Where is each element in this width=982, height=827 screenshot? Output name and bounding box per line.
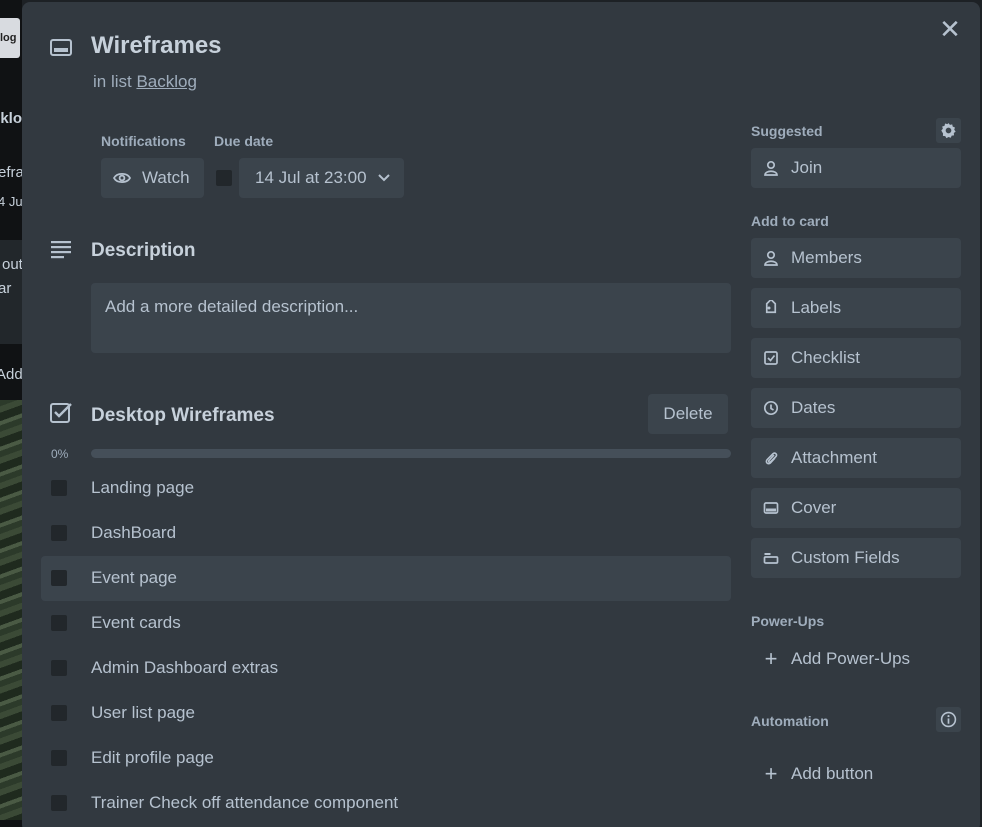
person-icon (763, 250, 779, 266)
checklist-item-label: Event cards (91, 613, 181, 632)
checklist-progress-percent: 0% (51, 447, 69, 461)
members-label: Members (791, 248, 862, 267)
checklist-label: Checklist (791, 348, 860, 367)
suggested-label: Suggested (751, 123, 823, 139)
checklist-item-checkbox[interactable] (51, 705, 67, 721)
join-button[interactable]: Join (751, 148, 961, 188)
board-backdrop: log cklog efra 4 Ju out ar Add (0, 0, 22, 827)
due-date-value: 14 Jul at 23:00 (255, 168, 367, 187)
checklist-item[interactable]: Edit profile page (41, 736, 731, 781)
checklist-item[interactable]: Landing page (41, 466, 731, 511)
add-to-card-label: Add to card (751, 213, 829, 229)
cover-icon (763, 500, 779, 516)
suggested-settings-button[interactable] (936, 118, 961, 143)
custom-fields-label: Custom Fields (791, 548, 900, 567)
paperclip-icon (763, 450, 779, 466)
backdrop-card-title: efra (0, 164, 22, 181)
checklist-item-checkbox[interactable] (51, 525, 67, 541)
backdrop-card-date: 4 Ju (0, 194, 22, 209)
checklist-item[interactable]: User list page (41, 691, 731, 736)
checklist-item-checkbox[interactable] (51, 750, 67, 766)
members-button[interactable]: Members (751, 238, 961, 278)
description-title: Description (91, 240, 196, 261)
description-icon (51, 241, 71, 259)
watch-label: Watch (142, 168, 190, 187)
custom-fields-icon (763, 550, 779, 566)
list-link[interactable]: Backlog (136, 72, 196, 91)
add-power-ups-label: Add Power-Ups (791, 649, 911, 668)
checklist-icon (763, 350, 779, 366)
attachment-button[interactable]: Attachment (751, 438, 961, 478)
checklist-item-label: Edit profile page (91, 748, 214, 767)
automation-label: Automation (751, 713, 829, 729)
card-detail-modal: ✕ Wireframes in list Backlog Notificatio… (22, 2, 980, 827)
card-icon (50, 39, 72, 56)
cover-button[interactable]: Cover (751, 488, 961, 528)
checklist-item[interactable]: Trainer Check off attendance component (41, 781, 731, 826)
cover-label: Cover (791, 498, 837, 517)
backdrop-add-card: Add (0, 366, 22, 383)
list-prefix: in list (93, 72, 132, 91)
automation-info-button[interactable] (936, 707, 961, 732)
checklist-item-label: User list page (91, 703, 195, 722)
watch-button[interactable]: Watch (101, 158, 204, 198)
checklist-item-label: Event page (91, 568, 178, 587)
plus-icon: + (764, 646, 778, 671)
eye-icon (113, 172, 131, 184)
dates-label: Dates (791, 398, 836, 417)
due-date-complete-checkbox[interactable] (216, 170, 232, 186)
checklist-item-label: Trainer Check off attendance component (91, 793, 399, 812)
list-reference: in list Backlog (93, 72, 197, 92)
checklist-button[interactable]: Checklist (751, 338, 961, 378)
backdrop-image (0, 400, 22, 820)
card-title[interactable]: Wireframes (91, 32, 222, 60)
notifications-label: Notifications (101, 133, 186, 149)
gear-icon (941, 123, 956, 139)
checklist-item[interactable]: Admin Dashboard extras (41, 646, 731, 691)
checklist-title[interactable]: Desktop Wireframes (91, 405, 275, 427)
checklist-icon (50, 403, 72, 423)
person-icon (763, 160, 779, 176)
checklist-item[interactable]: DashBoard (41, 511, 731, 556)
checklist-item[interactable]: Event page (41, 556, 731, 601)
plus-icon: + (764, 761, 778, 786)
clock-icon (763, 400, 779, 416)
due-date-button[interactable]: 14 Jul at 23:00 (239, 158, 404, 198)
checklist-item-checkbox[interactable] (51, 615, 67, 631)
chevron-down-icon (377, 174, 390, 182)
delete-checklist-button[interactable]: Delete (648, 394, 728, 434)
dates-button[interactable]: Dates (751, 388, 961, 428)
add-power-ups-button[interactable]: + Add Power-Ups (751, 639, 961, 679)
checklist-item-checkbox[interactable] (51, 660, 67, 676)
checklist-item-checkbox[interactable] (51, 480, 67, 496)
backdrop-card-text-2: ar (0, 280, 12, 297)
due-date-label: Due date (214, 133, 274, 149)
checklist-item-label: Admin Dashboard extras (91, 658, 279, 677)
join-label: Join (791, 158, 823, 177)
checklist-item[interactable]: Event cards (41, 601, 731, 646)
add-button-button[interactable]: + Add button (751, 754, 961, 794)
power-ups-label: Power-Ups (751, 613, 825, 629)
info-icon (940, 711, 957, 728)
add-button-label: Add button (791, 764, 874, 783)
labels-label: Labels (791, 298, 842, 317)
board-logo: log (0, 18, 20, 58)
checklist-item-label: Landing page (91, 478, 195, 497)
close-icon[interactable]: ✕ (938, 16, 962, 42)
checklist-item-checkbox[interactable] (51, 795, 67, 811)
backdrop-card-text: out (2, 256, 22, 273)
checklist-item-label: DashBoard (91, 523, 177, 542)
checklist-progress-bar (91, 449, 731, 458)
checklist-item-checkbox[interactable] (51, 570, 67, 586)
backdrop-list-title: cklog (0, 110, 22, 127)
labels-button[interactable]: Labels (751, 288, 961, 328)
custom-fields-button[interactable]: Custom Fields (751, 538, 961, 578)
attachment-label: Attachment (791, 448, 877, 467)
tag-icon (763, 300, 779, 316)
description-input[interactable]: Add a more detailed description... (91, 283, 731, 353)
